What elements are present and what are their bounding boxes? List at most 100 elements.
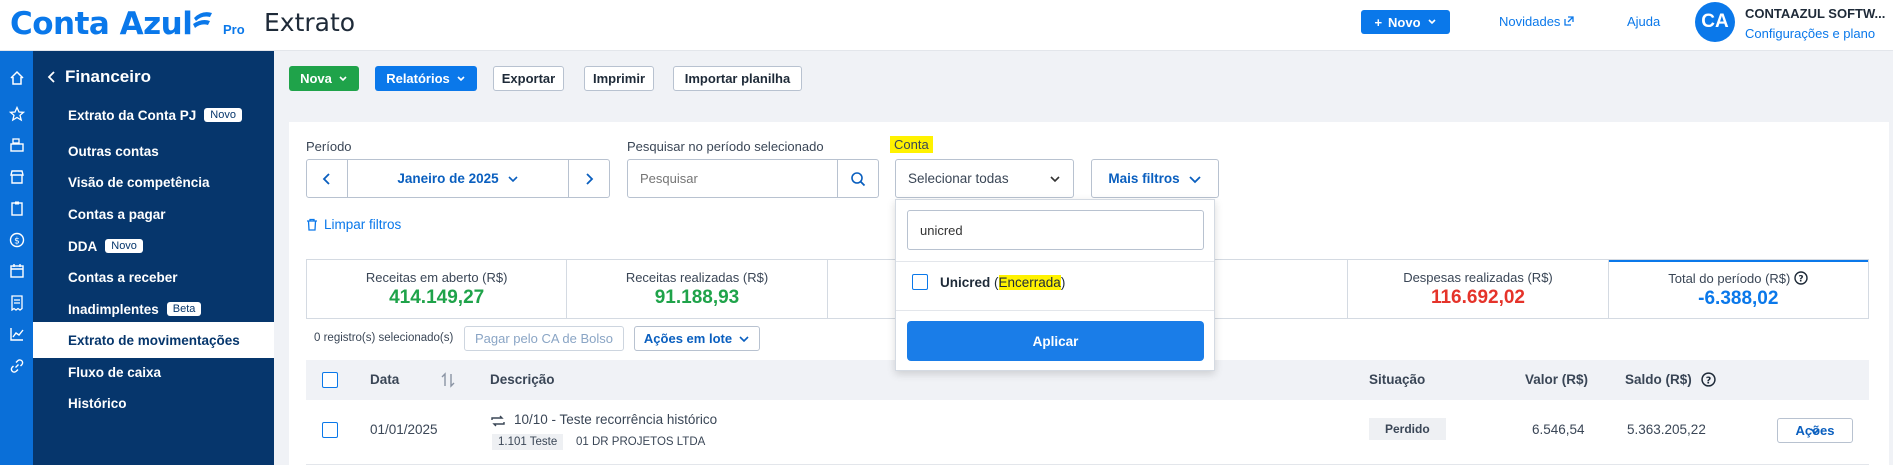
period-label: Período	[306, 139, 352, 154]
chevron-down-icon	[1050, 175, 1060, 182]
row-contact: 01 DR PROJETOS LTDA	[576, 436, 706, 448]
account-select[interactable]: Selecionar todas	[895, 159, 1074, 198]
search-label: Pesquisar no período selecionado	[627, 139, 824, 154]
sidebar-back-button[interactable]: Financeiro	[47, 67, 151, 87]
importar-planilha-button[interactable]: Importar planilha	[673, 66, 802, 91]
top-bar: Conta Azul Pro Extrato + Novo Novidades …	[0, 0, 1893, 51]
chart-line-icon[interactable]	[8, 325, 25, 342]
help-icon[interactable]: ?	[1701, 372, 1716, 387]
plus-icon: +	[1374, 14, 1383, 30]
receipt-icon[interactable]	[8, 294, 25, 311]
svg-text:?: ?	[1706, 375, 1712, 386]
external-link-icon	[1564, 16, 1574, 26]
col-date[interactable]: Data	[370, 372, 399, 387]
beta-badge: Beta	[166, 302, 202, 316]
pay-ca-bolso-button[interactable]: Pagar pelo CA de Bolso	[464, 326, 624, 351]
trash-icon	[307, 218, 317, 231]
row-description[interactable]: 10/10 - Teste recorrência histórico	[514, 412, 717, 427]
dollar-icon[interactable]: $	[8, 231, 25, 248]
store-icon[interactable]	[8, 168, 25, 185]
account-search-input[interactable]: unicred	[907, 210, 1204, 250]
table-row[interactable]: 01/01/2025 10/10 - Teste recorrência his…	[306, 400, 1869, 465]
prev-period-button[interactable]	[307, 160, 347, 197]
row-balance: 5.363.205,22	[1627, 422, 1706, 437]
page-title: Extrato	[264, 8, 356, 37]
apply-button[interactable]: Aplicar	[907, 321, 1204, 361]
icon-bar: $	[0, 51, 33, 465]
company-name[interactable]: CONTAAZUL SOFTW...	[1745, 6, 1885, 21]
chevron-right-icon	[586, 172, 594, 185]
new-badge: Novo	[204, 108, 242, 122]
row-checkbox[interactable]	[322, 422, 338, 438]
closed-status: Encerrada	[998, 274, 1061, 290]
chevron-down-icon	[457, 75, 465, 81]
news-link[interactable]: Novidades	[1499, 14, 1574, 29]
calendar-icon[interactable]	[8, 262, 25, 279]
row-date: 01/01/2025	[370, 422, 438, 437]
account-dropdown: unicred Unicred (Encerrada) Aplicar	[895, 199, 1215, 371]
sidebar-item-visao-competencia[interactable]: Visão de competência	[33, 164, 274, 200]
recurrence-icon	[491, 415, 505, 427]
col-value: Valor (R$)	[1525, 372, 1589, 387]
clear-filters-link[interactable]: Limpar filtros	[306, 217, 401, 232]
chevron-down-icon	[508, 175, 518, 182]
clipboard-icon[interactable]	[8, 199, 25, 216]
search-icon	[851, 171, 866, 186]
svg-text:?: ?	[1799, 275, 1804, 285]
col-status: Situação	[1369, 372, 1426, 387]
select-all-checkbox[interactable]	[322, 372, 338, 388]
relatorios-button[interactable]: Relatórios	[375, 66, 477, 91]
imprimir-button[interactable]: Imprimir	[584, 66, 654, 91]
next-period-button[interactable]	[569, 160, 609, 197]
chevron-left-icon	[322, 172, 330, 185]
search-button[interactable]	[837, 160, 878, 197]
star-icon[interactable]	[8, 105, 25, 122]
sidebar-item-extrato-movimentacoes[interactable]: Extrato de movimentações	[33, 322, 274, 358]
summary-realized-expenses: Despesas realizadas (R$) 116.692,02	[1348, 260, 1609, 318]
search-box	[627, 159, 879, 198]
chevron-down-icon	[339, 75, 347, 81]
row-value: 6.546,54	[1532, 422, 1585, 437]
col-balance: Saldo (R$)	[1625, 372, 1692, 387]
sidebar-item-contas-receber[interactable]: Contas a receber	[33, 259, 274, 295]
sort-icon[interactable]	[440, 372, 456, 388]
link-icon[interactable]	[8, 357, 25, 374]
exportar-button[interactable]: Exportar	[493, 66, 564, 91]
nova-button[interactable]: Nova	[289, 66, 359, 91]
chevron-down-icon	[739, 335, 749, 342]
logo-pro-badge: Pro	[223, 22, 245, 37]
help-link[interactable]: Ajuda	[1627, 14, 1660, 29]
avatar[interactable]: CA	[1695, 2, 1735, 42]
sidebar-item-contas-pagar[interactable]: Contas a pagar	[33, 196, 274, 232]
status-badge: Perdido	[1369, 418, 1446, 440]
batch-actions-button[interactable]: Ações em lote	[634, 326, 760, 351]
cash-register-icon[interactable]	[8, 136, 25, 153]
settings-link[interactable]: Configurações e plano	[1745, 26, 1875, 41]
row-category: 1.101 Teste	[492, 434, 564, 450]
option-checkbox[interactable]	[912, 274, 928, 290]
divider	[896, 261, 1214, 262]
search-input[interactable]	[628, 160, 837, 197]
summary-open-revenue: Receitas em aberto (R$) 414.149,27	[307, 260, 568, 318]
chevron-left-icon	[47, 71, 55, 83]
account-label: Conta	[890, 136, 933, 153]
summary-realized-revenue: Receitas realizadas (R$) 91.188,93	[567, 260, 828, 318]
logo[interactable]: Conta Azul	[10, 6, 193, 42]
more-filters-button[interactable]: Mais filtros	[1091, 159, 1219, 198]
account-option-unicred[interactable]: Unicred (Encerrada)	[912, 274, 1065, 290]
col-description: Descrição	[490, 372, 555, 387]
new-button[interactable]: + Novo	[1361, 10, 1450, 34]
chevron-down-icon	[1427, 19, 1436, 25]
period-dropdown[interactable]: Janeiro de 2025	[347, 160, 569, 197]
new-badge: Novo	[105, 239, 143, 253]
sidebar-item-historico[interactable]: Histórico	[33, 385, 274, 421]
home-icon[interactable]	[8, 69, 25, 86]
sidebar-item-extrato-conta-pj[interactable]: Extrato da Conta PJ Novo	[33, 97, 274, 133]
sidebar-title: Financeiro	[65, 67, 151, 86]
summary-period-total: Total do período (R$) ? -6.388,02	[1608, 260, 1868, 318]
help-icon[interactable]: ?	[1794, 271, 1809, 285]
period-selector: Janeiro de 2025	[306, 159, 610, 198]
row-actions-button[interactable]: Ações	[1777, 418, 1853, 443]
sidebar: Financeiro Extrato da Conta PJ Novo Outr…	[33, 51, 274, 465]
chevron-down-icon	[1188, 175, 1201, 183]
